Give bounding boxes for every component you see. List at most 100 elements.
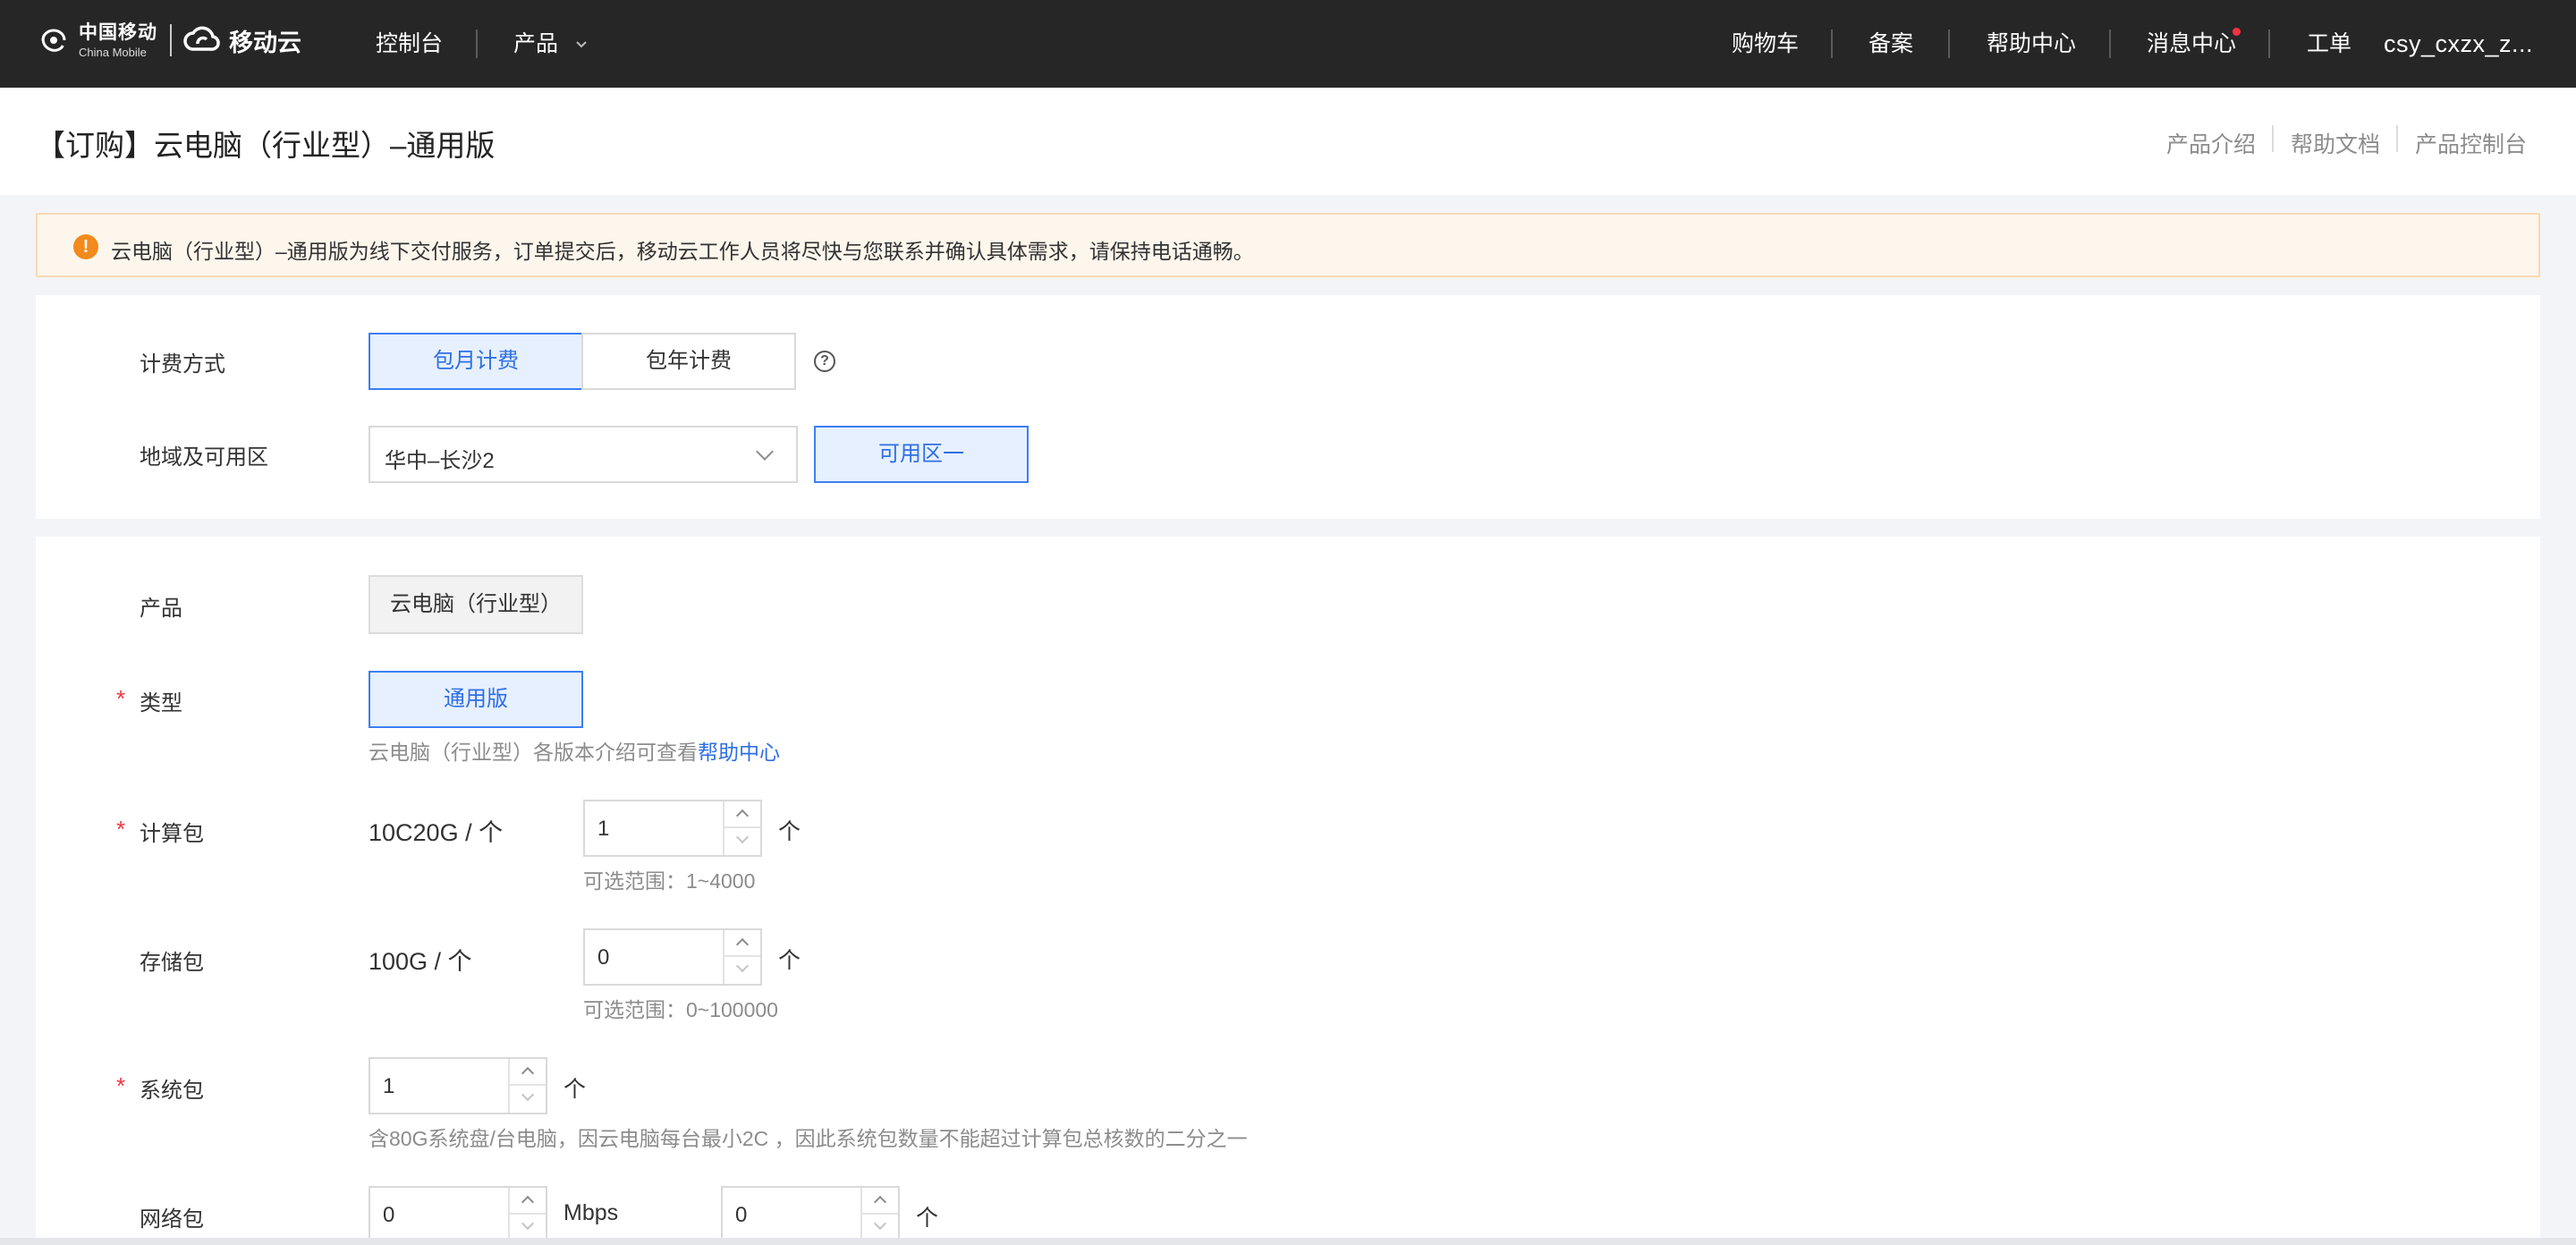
nav-help-center[interactable]: 帮助中心: [1987, 0, 2076, 88]
nav-products-label: 产品: [513, 31, 559, 56]
page-header: 【订购】云电脑（行业型）–通用版 产品介绍 帮助文档 产品控制台: [0, 88, 2576, 195]
cloud-logo-icon: [183, 26, 220, 51]
increment-button[interactable]: [862, 1188, 898, 1215]
chevron-down-icon: [521, 1088, 535, 1102]
unread-dot: [2233, 28, 2241, 36]
compute-spec: 10C20G / 个: [369, 819, 504, 846]
chevron-down-icon: [576, 41, 587, 48]
chevron-down-icon: [735, 830, 750, 844]
required-marker: *: [116, 1072, 126, 1099]
logo-ecloud-text: 移动云: [229, 29, 301, 56]
product-config-panel: 产品 云电脑（行业型） * 类型 通用版 云电脑（行业型）各版本介绍可查看帮助中…: [36, 537, 2540, 1245]
logo-china-mobile-en: China Mobile: [79, 45, 147, 59]
stepper-controls: [723, 930, 760, 984]
user-menu[interactable]: csy_cxzx_z...: [2384, 0, 2533, 88]
chevron-up-icon: [735, 937, 750, 952]
storage-spec: 100G / 个: [369, 948, 472, 975]
network-bandwidth-value: 0: [383, 1203, 395, 1227]
nav-console[interactable]: 控制台: [376, 0, 443, 88]
nav-icp[interactable]: 备案: [1868, 0, 1913, 88]
type-general-button[interactable]: 通用版: [369, 671, 583, 728]
region-select-value: 华中–长沙2: [385, 449, 495, 473]
chevron-down-icon: [756, 443, 774, 461]
stepper-controls: [508, 1188, 546, 1241]
zone-button[interactable]: 可用区一: [814, 426, 1029, 483]
compute-label: 计算包: [140, 822, 204, 846]
compute-quantity-value: 1: [597, 817, 610, 841]
type-hint-text: 云电脑（行业型）各版本介绍可查看: [369, 741, 698, 764]
product-label: 产品: [140, 597, 182, 621]
decrement-button[interactable]: [724, 957, 760, 984]
nav-tickets[interactable]: 工单: [2307, 0, 2351, 88]
chevron-down-icon: [735, 959, 750, 973]
page-title: 【订购】云电脑（行业型）–通用版: [36, 129, 496, 162]
chevron-up-icon: [521, 1066, 535, 1080]
network-count-stepper[interactable]: 0: [721, 1186, 900, 1243]
system-label: 系统包: [140, 1079, 204, 1103]
system-quantity-value: 1: [383, 1074, 395, 1098]
required-marker: *: [116, 816, 126, 843]
link-help-docs[interactable]: 帮助文档: [2291, 127, 2380, 159]
china-mobile-icon: [41, 29, 66, 52]
chevron-down-icon: [521, 1216, 535, 1231]
nav-divider: [2268, 30, 2270, 58]
region-label: 地域及可用区: [140, 445, 268, 470]
compute-unit: 个: [778, 819, 801, 844]
required-marker: *: [116, 685, 126, 712]
increment-button[interactable]: [510, 1059, 546, 1086]
logo[interactable]: 中国移动 China Mobile 移动云: [36, 20, 301, 61]
nav-messages[interactable]: 消息中心: [2147, 0, 2236, 88]
network-count-value: 0: [735, 1203, 748, 1227]
nav-products[interactable]: 产品: [513, 0, 588, 88]
china-mobile-logo: 中国移动 China Mobile: [36, 22, 157, 58]
storage-range-hint: 可选范围：0~100000: [583, 998, 778, 1021]
info-notice: ! 云电脑（行业型）–通用版为线下交付服务，订单提交后，移动云工作人员将尽快与您…: [36, 213, 2540, 277]
ecloud-logo: 移动云: [182, 22, 301, 58]
storage-label: 存储包: [140, 951, 204, 975]
help-icon[interactable]: ?: [814, 351, 835, 372]
type-label: 类型: [140, 691, 182, 716]
stepper-controls: [723, 801, 760, 855]
increment-button[interactable]: [510, 1188, 546, 1215]
page-bottom-edge: [0, 1238, 2576, 1245]
link-product-intro[interactable]: 产品介绍: [2166, 127, 2256, 159]
chevron-up-icon: [521, 1195, 535, 1209]
billing-label: 计费方式: [140, 352, 225, 377]
decrement-button[interactable]: [724, 828, 760, 855]
decrement-button[interactable]: [510, 1086, 546, 1113]
chevron-up-icon: [735, 809, 750, 823]
nav-divider: [476, 30, 478, 58]
stepper-controls: [508, 1059, 546, 1113]
system-hint: 含80G系统盘/台电脑，因云电脑每台最小2C ，因此系统包数量不能超过计算包总核…: [369, 1127, 1248, 1150]
increment-button[interactable]: [724, 930, 760, 957]
link-product-console[interactable]: 产品控制台: [2415, 127, 2527, 159]
billing-yearly-button[interactable]: 包年计费: [581, 333, 796, 390]
system-quantity-stepper[interactable]: 1: [369, 1057, 547, 1114]
logo-china-mobile-cn: 中国移动: [79, 21, 157, 43]
network-label: 网络包: [140, 1207, 204, 1232]
top-navbar: 中国移动 China Mobile 移动云 控制台 产品 购物车 备案 帮助中心…: [0, 0, 2576, 88]
stepper-controls: [860, 1188, 898, 1241]
storage-quantity-value: 0: [597, 945, 610, 970]
network-count-unit: 个: [916, 1206, 939, 1231]
region-select[interactable]: 华中–长沙2: [369, 426, 798, 483]
warning-icon: !: [73, 234, 98, 259]
storage-quantity-stepper[interactable]: 0: [583, 928, 762, 986]
network-bandwidth-stepper[interactable]: 0: [369, 1186, 547, 1243]
increment-button[interactable]: [724, 801, 760, 828]
storage-unit: 个: [778, 948, 801, 973]
chevron-down-icon: [873, 1216, 887, 1231]
help-center-link[interactable]: 帮助中心: [698, 741, 780, 764]
product-value: 云电脑（行业型）: [369, 575, 583, 634]
nav-divider: [2109, 30, 2111, 58]
nav-cart[interactable]: 购物车: [1732, 0, 1799, 88]
notice-text: 云电脑（行业型）–通用版为线下交付服务，订单提交后，移动云工作人员将尽快与您联系…: [111, 240, 1254, 263]
type-hint: 云电脑（行业型）各版本介绍可查看帮助中心: [369, 735, 780, 766]
network-bandwidth-unit: Mbps: [564, 1200, 619, 1225]
header-divider: [2396, 125, 2398, 152]
billing-region-panel: 计费方式 包月计费 包年计费 ? 地域及可用区 华中–长沙2 可用区一: [36, 295, 2540, 519]
compute-quantity-stepper[interactable]: 1: [583, 800, 762, 857]
header-divider: [2272, 125, 2274, 152]
logo-divider: [170, 24, 172, 56]
billing-monthly-button[interactable]: 包月计费: [369, 333, 583, 390]
